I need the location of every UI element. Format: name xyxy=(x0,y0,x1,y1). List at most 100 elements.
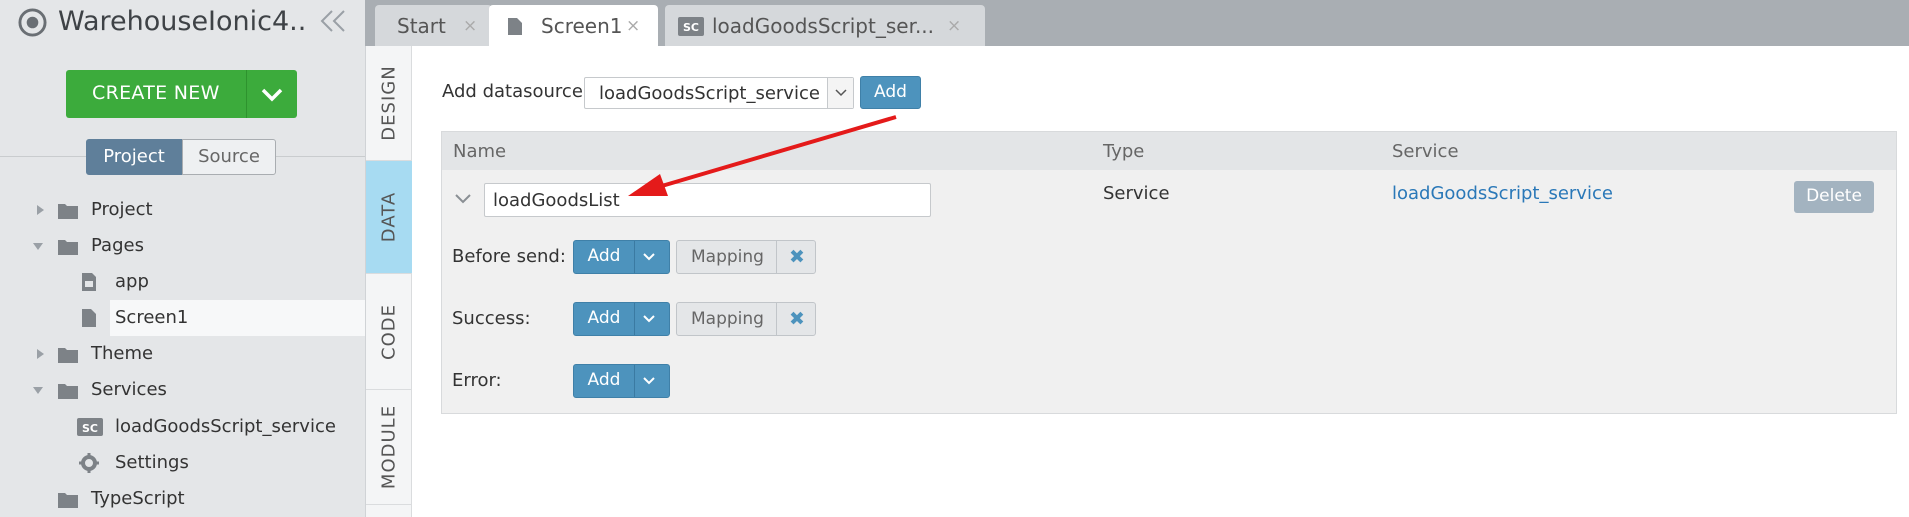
error-add-split-button: Add xyxy=(573,364,670,398)
folder-icon xyxy=(58,348,78,363)
tab-screen1[interactable]: Screen1 × xyxy=(489,5,658,46)
tab-loadgoodsscript-service[interactable]: SC loadGoodsScript_ser... × xyxy=(665,5,985,46)
datasource-select-value: loadGoodsScript_service xyxy=(599,83,820,104)
app-title: WarehouseIonic4... xyxy=(58,6,308,37)
grid-header: Name Type Service xyxy=(442,132,1896,170)
source-view-button[interactable]: Source xyxy=(182,139,276,175)
success-add-split-button: Add xyxy=(573,302,670,336)
project-view-button[interactable]: Project xyxy=(86,139,182,175)
chevron-down-icon[interactable] xyxy=(641,250,657,264)
tab-module[interactable]: MODULE xyxy=(366,390,412,505)
tree-item-services[interactable]: Services xyxy=(0,372,365,408)
tab-label: DATA xyxy=(378,191,400,243)
expand-arrow-icon[interactable] xyxy=(34,348,46,360)
folder-icon xyxy=(58,384,78,399)
add-datasource-label: Add datasource xyxy=(442,81,583,102)
success-add-button[interactable]: Add xyxy=(574,303,634,335)
script-badge-icon: SC xyxy=(678,17,704,36)
data-panel: Add datasource loadGoodsScript_service A… xyxy=(412,46,1909,517)
column-header-name: Name xyxy=(453,141,507,162)
error-label: Error: xyxy=(452,370,502,391)
mapping-label: Mapping xyxy=(691,309,764,329)
split-divider xyxy=(634,241,635,273)
tab-close-icon[interactable]: × xyxy=(947,16,961,36)
column-header-service: Service xyxy=(1392,141,1459,162)
tree-item-label: Project xyxy=(91,199,153,220)
error-add-button[interactable]: Add xyxy=(574,365,634,397)
tree-item-label: app xyxy=(115,271,149,292)
datasource-name-input[interactable]: loadGoodsList xyxy=(484,183,931,217)
project-source-toggle: Project Source xyxy=(86,139,276,175)
tab-label: MODULE xyxy=(378,404,400,490)
expand-arrow-icon[interactable] xyxy=(34,204,46,216)
before-send-label: Before send: xyxy=(452,246,566,267)
tree-item-loadgoodsscript-service[interactable]: SC loadGoodsScript_service xyxy=(0,409,365,445)
app-header: WarehouseIonic4... xyxy=(0,0,365,46)
delete-button[interactable]: Delete xyxy=(1794,181,1874,213)
app-logo-icon xyxy=(18,8,47,37)
tab-code[interactable]: CODE xyxy=(366,274,412,390)
tree-item-settings[interactable]: Settings xyxy=(0,445,365,481)
datasource-service-link[interactable]: loadGoodsScript_service xyxy=(1392,183,1613,204)
column-header-type: Type xyxy=(1103,141,1145,162)
mapping-divider xyxy=(776,303,777,335)
project-sidebar: WarehouseIonic4... CREATE NEW Project So… xyxy=(0,0,365,517)
page-icon xyxy=(80,308,98,328)
collapse-arrow-icon[interactable] xyxy=(32,384,44,396)
tree-item-label: Pages xyxy=(91,235,144,256)
tree-item-label: Services xyxy=(91,379,167,400)
mapping-label: Mapping xyxy=(691,247,764,267)
tab-data[interactable]: DATA xyxy=(366,161,412,274)
page-app-icon xyxy=(82,273,96,291)
folder-icon xyxy=(58,204,78,219)
collapse-arrow-icon[interactable] xyxy=(32,240,44,252)
chevron-down-icon xyxy=(835,89,847,97)
tree-item-project[interactable]: Project xyxy=(0,192,365,228)
tab-start[interactable]: Start × xyxy=(375,5,492,46)
create-new-divider xyxy=(246,70,247,118)
page-icon xyxy=(508,18,522,35)
split-divider xyxy=(634,365,635,397)
collapse-sidebar-icon[interactable] xyxy=(318,8,348,34)
script-badge-icon: SC xyxy=(77,418,103,436)
folder-icon xyxy=(58,493,78,508)
tree-item-app[interactable]: app xyxy=(0,264,365,300)
tree-item-label: Theme xyxy=(91,343,154,364)
dropdown-toggle[interactable] xyxy=(827,78,853,108)
datasource-select[interactable]: loadGoodsScript_service xyxy=(584,77,854,109)
split-divider xyxy=(634,303,635,335)
remove-mapping-icon[interactable]: ✖ xyxy=(789,246,805,268)
tab-label: DESIGN xyxy=(378,65,400,141)
tree-item-theme[interactable]: Theme xyxy=(0,336,365,372)
mapping-divider xyxy=(776,241,777,273)
editor-tab-bar: Start × Screen1 × SC loadGoodsScript_ser… xyxy=(365,0,1909,46)
tree-item-label: loadGoodsScript_service xyxy=(115,416,336,437)
create-new-button[interactable]: CREATE NEW xyxy=(66,70,297,118)
success-mapping[interactable]: Mapping ✖ xyxy=(676,302,816,336)
svg-text:SC: SC xyxy=(683,21,699,34)
tab-close-icon[interactable]: × xyxy=(626,16,640,36)
tab-label: CODE xyxy=(378,303,400,360)
gear-icon xyxy=(79,453,99,473)
chevron-down-icon[interactable] xyxy=(641,374,657,388)
before-send-add-button[interactable]: Add xyxy=(574,241,634,273)
chevron-down-icon[interactable] xyxy=(454,192,472,206)
before-send-mapping[interactable]: Mapping ✖ xyxy=(676,240,816,274)
tree-item-label: Settings xyxy=(115,452,189,473)
datasource-name-value: loadGoodsList xyxy=(493,190,620,211)
tree-item-screen1[interactable]: Screen1 xyxy=(110,300,365,336)
remove-mapping-icon[interactable]: ✖ xyxy=(789,308,805,330)
tab-label: Start xyxy=(397,14,446,38)
tree-item-typescript[interactable]: TypeScript xyxy=(0,481,365,517)
folder-icon xyxy=(58,240,78,255)
chevron-down-icon[interactable] xyxy=(641,312,657,326)
editor-side-tabs: DESIGN DATA CODE MODULE xyxy=(365,46,412,517)
tab-close-icon[interactable]: × xyxy=(463,16,477,36)
success-label: Success: xyxy=(452,308,531,329)
tree-item-label: Screen1 xyxy=(115,307,189,328)
tree-item-pages[interactable]: Pages xyxy=(0,228,365,264)
add-datasource-button[interactable]: Add xyxy=(860,76,921,109)
chevron-down-icon[interactable] xyxy=(258,82,286,106)
tree-item-label: TypeScript xyxy=(91,488,185,509)
tab-design[interactable]: DESIGN xyxy=(366,46,412,161)
